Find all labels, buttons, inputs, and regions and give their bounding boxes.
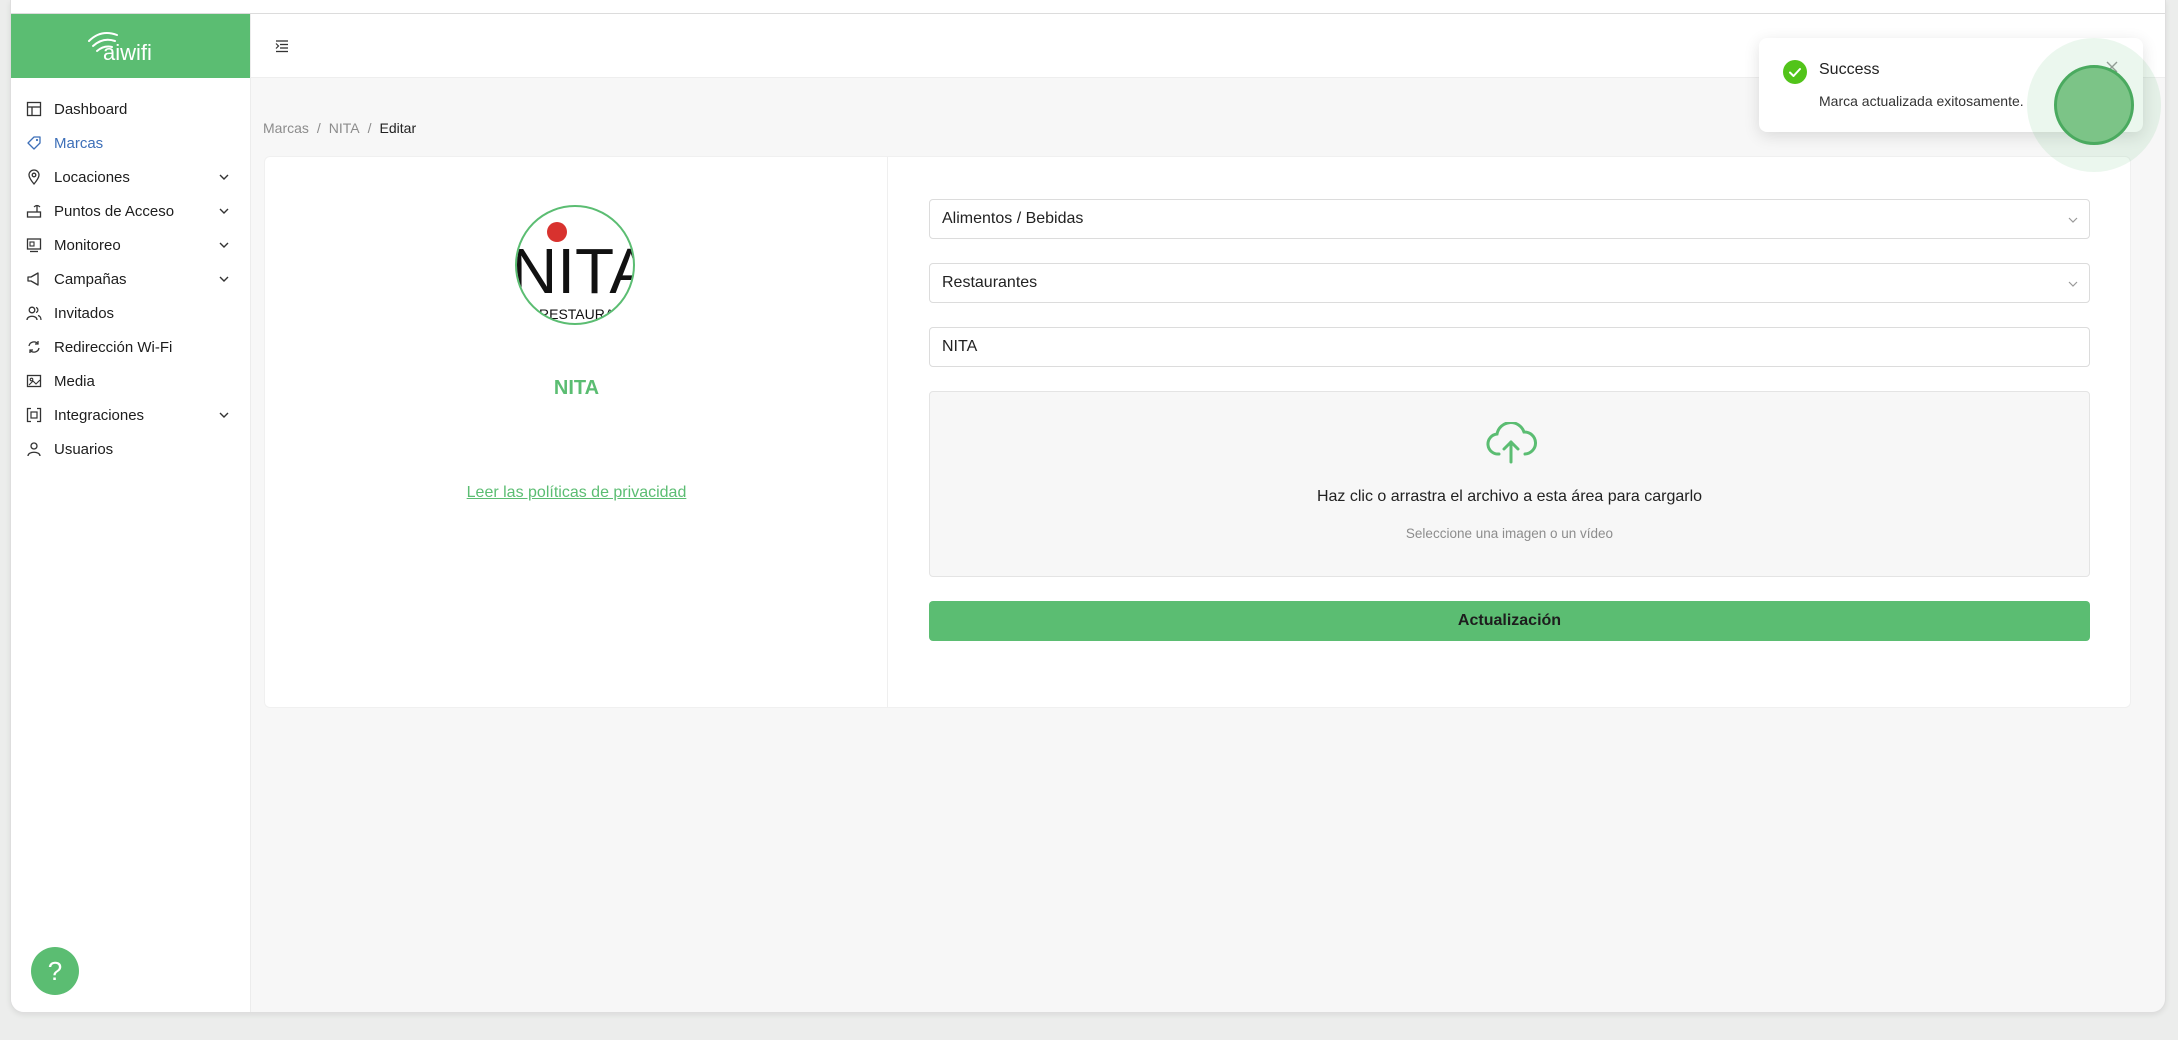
toast-title: Success: [1819, 61, 1880, 78]
sidebar-item-media[interactable]: Media: [11, 364, 250, 398]
sidebar-item-dashboard[interactable]: Dashboard: [11, 92, 250, 126]
megaphone-icon: [25, 270, 43, 288]
upload-title: Haz clic o arrastra el archivo a esta ár…: [1316, 488, 1703, 505]
breadcrumb-item-nita[interactable]: NITA: [329, 120, 360, 136]
breadcrumb-separator: /: [367, 120, 372, 136]
brand-name: NITA: [553, 377, 600, 399]
sidebar-item-integraciones[interactable]: Integraciones: [11, 398, 250, 432]
brand-name-input[interactable]: NITA: [929, 327, 2090, 367]
help-button[interactable]: ?: [31, 947, 79, 995]
update-button[interactable]: Actualización: [929, 601, 2090, 641]
cloud-upload-icon: [1486, 422, 1537, 464]
sidebar-item-label: Media: [54, 372, 95, 390]
file-upload-dropzone[interactable]: Haz clic o arrastra el archivo a esta ár…: [929, 391, 2090, 577]
chevron-down-icon: [219, 242, 229, 248]
monitor-icon: [25, 236, 43, 254]
app-logo[interactable]: aiwifi: [11, 14, 250, 78]
chevron-down-icon: [2068, 217, 2078, 223]
sidebar-item-label: Integraciones: [54, 406, 145, 424]
breadcrumb-current: Editar: [379, 120, 417, 136]
dashboard-icon: [25, 100, 43, 118]
sidebar-item-label: Campañas: [54, 270, 127, 288]
brand-logo-image: NITA RESTAURANT: [515, 205, 635, 325]
chevron-down-icon: [219, 208, 229, 214]
subcategory-select-value: Restaurantes: [942, 274, 1038, 291]
sidebar-item-monitoreo[interactable]: Monitoreo: [11, 228, 250, 262]
sidebar-item-label: Invitados: [54, 304, 115, 322]
sidebar-item-locaciones[interactable]: Locaciones: [11, 160, 250, 194]
user-icon: [25, 440, 43, 458]
sidebar-item-marcas[interactable]: Marcas: [11, 126, 250, 160]
guests-icon: [25, 304, 43, 322]
toast-message: Marca actualizada exitosamente.: [1819, 93, 2024, 109]
cursor-highlight: [2054, 65, 2134, 145]
sidebar-item-label: Puntos de Acceso: [54, 202, 175, 220]
category-select-value: Alimentos / Bebidas: [942, 210, 1084, 227]
sidebar-item-label: Locaciones: [54, 168, 130, 186]
svg-text:RESTAURANT: RESTAURANT: [539, 306, 633, 322]
breadcrumb: Marcas / NITA / Editar: [263, 120, 416, 136]
wifi-logo-icon: aiwifi: [87, 32, 152, 63]
menu-toggle-icon[interactable]: [274, 38, 290, 54]
brand-edit-card: NITA RESTAURANT NITA Leer las políticas …: [264, 156, 2131, 708]
sidebar-item-label: Monitoreo: [54, 236, 121, 254]
check-circle-icon: [1783, 60, 1807, 84]
integrations-icon: [25, 406, 43, 424]
subcategory-select[interactable]: Restaurantes: [929, 263, 2090, 303]
privacy-policy-link[interactable]: Leer las políticas de privacidad: [265, 484, 888, 502]
sidebar-item-label: Redirección Wi-Fi: [54, 338, 173, 356]
sidebar-nav: Dashboard Marcas Locaciones Puntos de Ac…: [11, 78, 250, 466]
chevron-down-icon: [219, 412, 229, 418]
upload-hint: Seleccione una imagen o un vídeo: [1405, 526, 1614, 541]
location-pin-icon: [25, 168, 43, 186]
svg-text:NITA: NITA: [517, 235, 633, 307]
media-icon: [25, 372, 43, 390]
sidebar-item-label: Marcas: [54, 134, 104, 152]
sidebar-item-label: Usuarios: [54, 440, 114, 458]
sidebar-item-redireccion-wifi[interactable]: Redirección Wi-Fi: [11, 330, 250, 364]
redirect-icon: [25, 338, 43, 356]
breadcrumb-item-marcas[interactable]: Marcas: [263, 120, 309, 136]
chevron-down-icon: [219, 276, 229, 282]
tag-icon: [25, 134, 43, 152]
sidebar-item-label: Dashboard: [54, 100, 128, 118]
sidebar-item-puntos-de-acceso[interactable]: Puntos de Acceso: [11, 194, 250, 228]
sidebar-item-invitados[interactable]: Invitados: [11, 296, 250, 330]
sidebar: aiwifi Dashboard Marcas Locaciones Punto…: [11, 14, 251, 1012]
breadcrumb-separator: /: [316, 120, 321, 136]
chevron-down-icon: [219, 174, 229, 180]
brand-preview-pane: NITA RESTAURANT NITA Leer las políticas …: [265, 157, 888, 707]
svg-text:aiwifi: aiwifi: [103, 40, 152, 63]
router-icon: [25, 202, 43, 220]
category-select[interactable]: Alimentos / Bebidas: [929, 199, 2090, 239]
chevron-down-icon: [2068, 281, 2078, 287]
browser-top-strip: [11, 0, 2165, 14]
sidebar-item-campanas[interactable]: Campañas: [11, 262, 250, 296]
brand-name-input-value: NITA: [942, 338, 978, 355]
sidebar-item-usuarios[interactable]: Usuarios: [11, 432, 250, 466]
